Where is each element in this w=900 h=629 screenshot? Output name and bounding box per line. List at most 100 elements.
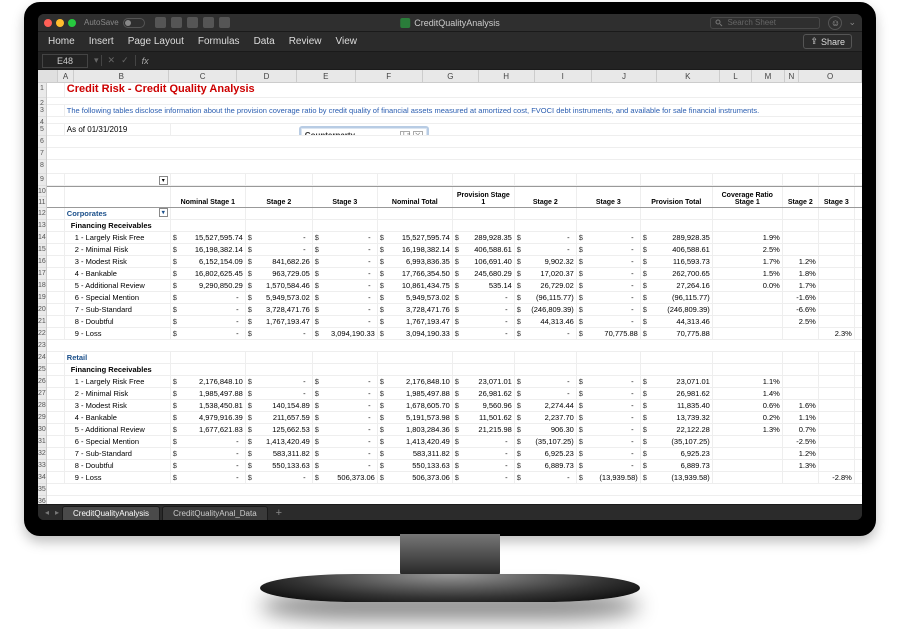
- sheet-nav-right-icon[interactable]: ▸: [52, 508, 62, 517]
- row-header[interactable]: 2: [38, 98, 46, 105]
- sheet-tab-active[interactable]: CreditQualityAnalysis: [62, 506, 160, 520]
- tab-view[interactable]: View: [335, 36, 357, 47]
- add-sheet-button[interactable]: +: [270, 507, 288, 519]
- tab-insert[interactable]: Insert: [89, 36, 114, 47]
- row-header[interactable]: 13: [38, 220, 46, 232]
- row-header[interactable]: 16: [38, 256, 46, 268]
- row-header[interactable]: 31: [38, 436, 46, 448]
- row-header[interactable]: 9: [38, 174, 46, 186]
- tab-review[interactable]: Review: [289, 36, 322, 47]
- row-header[interactable]: 36: [38, 496, 46, 504]
- row-header[interactable]: 14: [38, 232, 46, 244]
- tab-home[interactable]: Home: [48, 36, 75, 47]
- close-icon[interactable]: [44, 19, 52, 27]
- filter-icon[interactable]: ▾: [159, 208, 168, 217]
- col-header[interactable]: D: [237, 70, 297, 82]
- risk-label: 2 - Minimal Risk: [65, 388, 171, 399]
- home-icon[interactable]: [155, 17, 166, 28]
- row-header[interactable]: 25: [38, 364, 46, 376]
- filter-icon[interactable]: ▾: [159, 176, 168, 185]
- row-header[interactable]: 32: [38, 448, 46, 460]
- row-header[interactable]: 3: [38, 105, 46, 117]
- col-header[interactable]: A: [58, 70, 74, 82]
- autosave-toggle[interactable]: [123, 18, 145, 28]
- row-header[interactable]: 12: [38, 208, 46, 220]
- col-header[interactable]: M: [752, 70, 784, 82]
- row-header[interactable]: 8: [38, 160, 46, 174]
- chevron-down-icon[interactable]: ⌄: [848, 17, 856, 28]
- data-cell: $23,071.01: [641, 376, 713, 387]
- row-header[interactable]: 19: [38, 292, 46, 304]
- col-header[interactable]: H: [479, 70, 535, 82]
- col-header[interactable]: E: [297, 70, 355, 82]
- col-header[interactable]: F: [356, 70, 423, 82]
- row-header[interactable]: 5: [38, 124, 46, 136]
- slicer-multiselect-icon[interactable]: ⋮≡: [400, 131, 410, 135]
- row-header[interactable]: 22: [38, 328, 46, 340]
- data-cell: $-: [453, 472, 515, 483]
- data-cell: [819, 280, 855, 291]
- search-input[interactable]: Search Sheet: [710, 17, 820, 29]
- row-header[interactable]: 4: [38, 117, 46, 124]
- tab-data[interactable]: Data: [254, 36, 275, 47]
- row-header[interactable]: 11: [38, 197, 46, 208]
- row-header[interactable]: 34: [38, 472, 46, 484]
- data-cell: $-: [171, 316, 246, 327]
- row-header[interactable]: 17: [38, 268, 46, 280]
- col-header[interactable]: L: [720, 70, 752, 82]
- row-header[interactable]: 20: [38, 304, 46, 316]
- row-header[interactable]: 7: [38, 148, 46, 160]
- fx-icon[interactable]: fx: [136, 56, 155, 66]
- redo-icon[interactable]: [203, 17, 214, 28]
- row-header[interactable]: 6: [38, 136, 46, 148]
- row-header[interactable]: 27: [38, 388, 46, 400]
- row-header[interactable]: 29: [38, 412, 46, 424]
- confirm-icon[interactable]: ✓: [121, 55, 129, 66]
- row-header[interactable]: 30: [38, 424, 46, 436]
- table-row: ▾: [47, 174, 862, 186]
- row-header[interactable]: 10: [38, 186, 46, 197]
- row-header[interactable]: 26: [38, 376, 46, 388]
- cells-area[interactable]: Credit Risk - Credit Quality Analysis Th…: [47, 83, 862, 504]
- minimize-icon[interactable]: [56, 19, 64, 27]
- namebox-chevron-icon[interactable]: ▾: [92, 55, 101, 66]
- undo-icon[interactable]: [187, 17, 198, 28]
- row-header[interactable]: 18: [38, 280, 46, 292]
- formula-input[interactable]: [155, 54, 862, 68]
- maximize-icon[interactable]: [68, 19, 76, 27]
- col-header[interactable]: K: [657, 70, 720, 82]
- data-cell: 2.5%: [713, 244, 783, 255]
- sheet-tab[interactable]: CreditQualityAnal_Data: [162, 506, 268, 520]
- print-icon[interactable]: [219, 17, 230, 28]
- tab-page-layout[interactable]: Page Layout: [128, 36, 184, 47]
- row-header[interactable]: 33: [38, 460, 46, 472]
- slicer-clear-icon[interactable]: ⤫: [413, 131, 423, 135]
- row-header[interactable]: 21: [38, 316, 46, 328]
- col-header[interactable]: J: [592, 70, 657, 82]
- counterparty-slicer[interactable]: Counterparty ⋮≡ ⤫ Corporates Retail: [299, 126, 429, 135]
- col-header[interactable]: B: [74, 70, 169, 82]
- sheet-nav-left-icon[interactable]: ◂: [42, 508, 52, 517]
- document-name: CreditQualityAnalysis: [414, 18, 500, 28]
- row-header[interactable]: 23: [38, 340, 46, 352]
- select-all-corner[interactable]: [38, 70, 58, 82]
- save-icon[interactable]: [171, 17, 182, 28]
- tab-formulas[interactable]: Formulas: [198, 36, 240, 47]
- col-header[interactable]: C: [169, 70, 236, 82]
- col-header[interactable]: O: [799, 70, 862, 82]
- data-cell: $-: [453, 316, 515, 327]
- row-header[interactable]: 35: [38, 484, 46, 496]
- share-button[interactable]: ⇪ Share: [803, 34, 852, 49]
- row-header[interactable]: 15: [38, 244, 46, 256]
- data-cell: $11,501.62: [453, 412, 515, 423]
- user-icon[interactable]: ☺: [828, 16, 842, 30]
- col-header[interactable]: G: [423, 70, 479, 82]
- data-cell: $26,729.02: [515, 280, 577, 291]
- col-header[interactable]: I: [535, 70, 593, 82]
- row-header[interactable]: 28: [38, 400, 46, 412]
- row-header[interactable]: 1: [38, 83, 46, 98]
- col-header[interactable]: N: [785, 70, 799, 82]
- cancel-icon[interactable]: ✕: [108, 55, 116, 66]
- row-header[interactable]: 24: [38, 352, 46, 364]
- name-box[interactable]: E48: [42, 54, 88, 68]
